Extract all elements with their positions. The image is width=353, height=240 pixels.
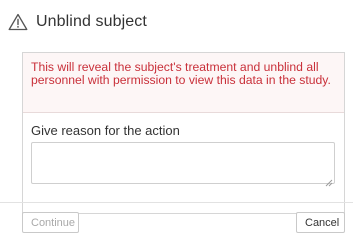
footer-divider: [0, 202, 353, 203]
dialog-body-panel: This will reveal the subject's treatment…: [22, 52, 345, 214]
resize-grip-icon[interactable]: [325, 174, 333, 187]
reason-textarea[interactable]: [31, 142, 335, 184]
warning-message-box: This will reveal the subject's treatment…: [23, 53, 344, 113]
warning-triangle-icon: [8, 13, 28, 31]
reason-label: Give reason for the action: [31, 123, 180, 138]
dialog-header: Unblind subject: [8, 8, 147, 36]
dialog-title: Unblind subject: [36, 13, 147, 30]
unblind-subject-dialog: Unblind subject This will reveal the sub…: [0, 0, 353, 240]
cancel-button[interactable]: Cancel: [296, 212, 345, 233]
warning-message: This will reveal the subject's treatment…: [31, 60, 331, 87]
continue-button[interactable]: Continue: [22, 212, 79, 233]
